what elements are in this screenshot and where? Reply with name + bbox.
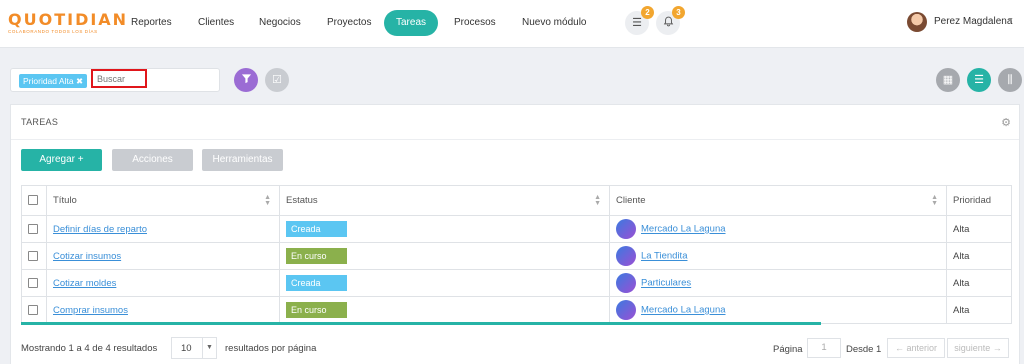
client-link[interactable]: Mercado La Laguna (641, 224, 726, 235)
priority-cell: Alta (946, 242, 1012, 270)
user-name: Perez Magdalena (934, 16, 1013, 27)
priority-cell: Alta (946, 215, 1012, 243)
page-input[interactable]: 1 (807, 338, 841, 358)
task-title-link[interactable]: Comprar insumos (53, 305, 128, 316)
row-checkbox[interactable] (28, 223, 38, 234)
chevron-down-icon: ▼ (1007, 17, 1014, 24)
client-avatar (616, 246, 636, 266)
table-row: Definir días de reparto Creada Mercado L… (21, 215, 1012, 243)
logo-wordmark: QUOTIDIAN (8, 10, 129, 29)
status-badge[interactable]: En curso (286, 248, 347, 264)
column-header-prioridad[interactable]: Prioridad (946, 185, 1012, 216)
add-button[interactable]: Agregar + (21, 149, 102, 171)
column-label: Estatus (286, 195, 318, 206)
app-logo[interactable]: QUOTIDIAN COLABORANDO TODOS LOS DÍAS (8, 10, 129, 35)
select-all-cell (21, 185, 47, 216)
messages-button[interactable]: ☰ 2 (625, 6, 654, 35)
select-all-checkbox[interactable] (28, 195, 38, 206)
notifications-badge: 3 (672, 6, 685, 19)
actions-button[interactable]: Acciones (112, 149, 193, 171)
nav-tareas[interactable]: Tareas (384, 10, 438, 36)
per-page-value: 10 (181, 343, 192, 354)
divider (11, 139, 1019, 140)
user-avatar (907, 12, 927, 32)
messages-badge: 2 (641, 6, 654, 19)
sort-icon[interactable]: ▲ ▼ (264, 194, 271, 207)
status-badge[interactable]: En curso (286, 302, 347, 318)
kanban-view-button[interactable]: ⫼ (998, 68, 1022, 92)
column-header-titulo[interactable]: Título ▲ ▼ (46, 185, 280, 216)
nav-reportes[interactable]: Reportes (121, 10, 182, 36)
tasks-panel: TAREAS ⚙ Agregar + Acciones Herramientas… (10, 104, 1020, 364)
list-view-button[interactable]: ☰ (967, 68, 991, 92)
from-value: 1 (876, 344, 882, 355)
task-title-link[interactable]: Cotizar insumos (53, 251, 121, 262)
nav-negocios[interactable]: Negocios (249, 10, 311, 36)
filter-chip-label: Prioridad Alta (23, 76, 74, 86)
funnel-icon (241, 74, 251, 84)
task-title-link[interactable]: Cotizar moldes (53, 278, 116, 289)
search-input[interactable] (91, 69, 147, 88)
column-label: Prioridad (953, 195, 992, 206)
tasks-table: Título ▲ ▼ Estatus ▲ ▼ Cliente ▲ ▼ Prioridad D… (21, 185, 1012, 324)
status-badge[interactable]: Creada (286, 275, 347, 291)
sort-icon[interactable]: ▲ ▼ (931, 194, 938, 207)
row-checkbox[interactable] (28, 277, 38, 288)
task-title-link[interactable]: Definir días de reparto (53, 224, 147, 235)
results-summary: Mostrando 1 a 4 de 4 resultados (21, 343, 158, 354)
check-button[interactable]: ☑ (265, 68, 289, 92)
calendar-icon: ▦ (942, 74, 954, 86)
column-header-cliente[interactable]: Cliente ▲ ▼ (609, 185, 947, 216)
filter-button[interactable] (234, 68, 258, 92)
client-link[interactable]: La Tiendita (641, 251, 687, 262)
client-avatar (616, 219, 636, 239)
per-page-label: resultados por página (225, 343, 317, 354)
gear-icon[interactable]: ⚙ (1001, 116, 1011, 129)
nav-nuevo-modulo[interactable]: Nuevo módulo (512, 10, 596, 36)
client-link[interactable]: Mercado La Laguna (641, 305, 726, 316)
row-checkbox[interactable] (28, 250, 38, 261)
client-avatar (616, 273, 636, 293)
column-label: Título (53, 195, 77, 206)
remove-chip-icon[interactable]: ✖ (76, 76, 83, 86)
filter-chip[interactable]: Prioridad Alta ✖ (19, 74, 88, 88)
nav-proyectos[interactable]: Proyectos (317, 10, 381, 36)
client-avatar (616, 300, 636, 320)
column-label: Cliente (616, 195, 646, 206)
chevron-down-icon: ▼ (202, 338, 216, 358)
status-badge[interactable]: Creada (286, 221, 347, 237)
list-icon: ☰ (974, 74, 984, 86)
list-icon: ☰ (632, 17, 642, 29)
bell-icon (663, 16, 674, 29)
from-label: Desde (846, 344, 874, 355)
table-row: Comprar insumos En curso Mercado La Lagu… (21, 296, 1012, 324)
nav-clientes[interactable]: Clientes (188, 10, 244, 36)
client-link[interactable]: Particulares (641, 278, 691, 289)
nav-procesos[interactable]: Procesos (444, 10, 506, 36)
panel-title: TAREAS (21, 117, 59, 127)
next-page-button[interactable]: siguiente → (947, 338, 1009, 358)
per-page-select[interactable]: 10 ▼ (171, 337, 217, 359)
horizontal-scrollbar[interactable] (21, 322, 821, 325)
row-checkbox[interactable] (28, 304, 38, 315)
page-label: Página (773, 344, 803, 355)
sort-icon[interactable]: ▲ ▼ (594, 194, 601, 207)
check-square-icon: ☑ (272, 74, 282, 86)
table-row: Cotizar insumos En curso La Tiendita Alt… (21, 242, 1012, 270)
table-header-row: Título ▲ ▼ Estatus ▲ ▼ Cliente ▲ ▼ Prioridad (21, 185, 1012, 216)
columns-icon: ⫼ (1007, 74, 1013, 86)
notifications-button[interactable]: 3 (656, 6, 685, 35)
priority-cell: Alta (946, 269, 1012, 297)
table-row: Cotizar moldes Creada Particulares Alta (21, 269, 1012, 297)
column-header-estatus[interactable]: Estatus ▲ ▼ (279, 185, 610, 216)
calendar-view-button[interactable]: ▦ (936, 68, 960, 92)
priority-cell: Alta (946, 296, 1012, 324)
tools-button[interactable]: Herramientas (202, 149, 283, 171)
logo-tagline: COLABORANDO TODOS LOS DÍAS (8, 29, 98, 34)
prev-page-button[interactable]: ← anterior (887, 338, 945, 358)
top-bar: QUOTIDIAN COLABORANDO TODOS LOS DÍAS Rep… (0, 0, 1024, 48)
filter-bar: Prioridad Alta ✖ (10, 68, 220, 92)
